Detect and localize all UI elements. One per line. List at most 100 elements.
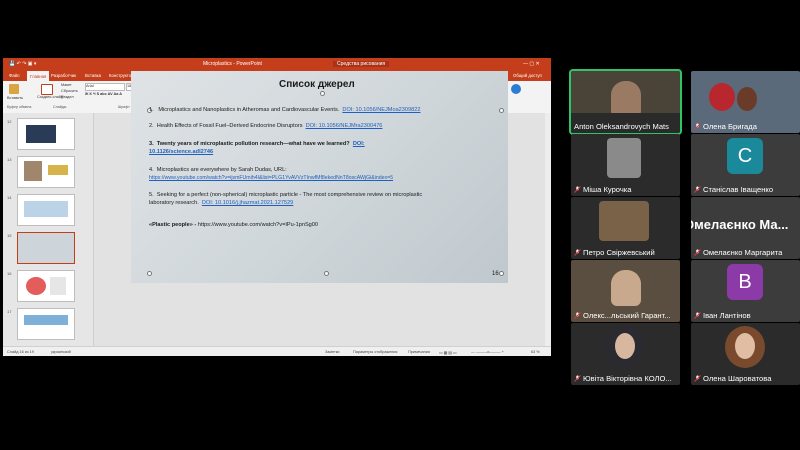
participant-tile[interactable]: Олекс...льський Гарант... <box>571 260 680 322</box>
muted-mic-icon <box>694 312 701 319</box>
participant-name-row: Олена Шароватова <box>694 374 771 383</box>
participant-name-row: Станіслав Іващенко <box>694 185 773 194</box>
slide-thumbnails-pane: 12 13 14 15 16 17 <box>3 113 94 346</box>
reset-button[interactable]: Сбросить <box>61 89 78 93</box>
item-text: Microplastics and Nanoplastics in Athero… <box>158 107 340 113</box>
muted-mic-icon <box>574 375 581 382</box>
new-slide-button[interactable]: Создать слайд <box>37 95 63 99</box>
reference-item-4: 4. Microplastics are everywhere by Sarah… <box>149 167 287 173</box>
participant-tile[interactable]: Петро Свіржевський <box>571 197 680 259</box>
doi-link[interactable]: DOI: 10.1016/j.jhazmat.2021.127529 <box>202 200 293 206</box>
item-text: Twenty years of microplastic pollution r… <box>156 141 350 147</box>
participant-tile[interactable]: Олена Бригада <box>691 71 800 133</box>
doi-link[interactable]: 10.1126/science.adl2746 <box>149 149 213 155</box>
language-indicator[interactable]: украинский <box>51 350 71 354</box>
slide-thumbnail[interactable] <box>17 270 75 302</box>
selection-handle[interactable] <box>147 271 152 276</box>
slide-thumbnail[interactable] <box>17 194 75 226</box>
slide-thumbnail[interactable] <box>17 308 75 340</box>
participant-video <box>611 270 641 306</box>
participant-video <box>611 81 641 117</box>
participant-tile[interactable]: Олена Шароватова <box>691 323 800 385</box>
item-text: Health Effects of Fossil Fuel–Derived En… <box>156 123 303 129</box>
selection-handle[interactable] <box>499 271 504 276</box>
participant-video <box>599 201 649 241</box>
layout-button[interactable]: Макет <box>61 83 72 87</box>
doi-link[interactable]: DOI: 10.1056/NEJMra2300476 <box>306 123 383 129</box>
reference-item-5: 5. Seeking for a perfect (non-spherical)… <box>149 192 422 198</box>
current-slide[interactable]: Список джерел 1. Microplastics and Nanop… <box>131 71 508 283</box>
zoom-slider[interactable]: — ———o——— + <box>471 350 504 354</box>
item-number: 1. <box>149 107 154 113</box>
group-font: Шрифт <box>118 105 130 109</box>
doi-link[interactable]: DOI: <box>353 141 365 147</box>
participant-name-row: Олена Бригада <box>694 122 757 131</box>
participant-name: Іван Лантінов <box>703 311 751 320</box>
tab-design[interactable]: Конструктор <box>109 73 134 78</box>
accessibility-icon[interactable] <box>511 84 521 94</box>
selection-handle[interactable] <box>499 108 504 113</box>
slide-number: 14 <box>7 195 12 200</box>
tab-developer[interactable]: Разработчик <box>51 73 76 78</box>
slide-counter: Слайд 16 из 19 <box>7 350 34 354</box>
slide-thumbnail[interactable] <box>17 156 75 188</box>
participant-tile[interactable]: С Станіслав Іващенко <box>691 134 800 196</box>
tab-file[interactable]: Файл <box>9 73 20 78</box>
window-controls[interactable]: — ▢ ✕ <box>523 61 540 67</box>
quick-access-icons[interactable]: 💾 ↶ ↷ ▣ ▾ <box>9 61 36 67</box>
participant-name-row: Олекс...льський Гарант... <box>574 311 671 320</box>
participant-tile[interactable]: В Іван Лантінов <box>691 260 800 322</box>
reference-item-3: 3. Twenty years of microplastic pollutio… <box>149 141 365 147</box>
participant-tile[interactable]: Ювіта Вікторівна КОЛО... <box>571 323 680 385</box>
contextual-tab: Средства рисования <box>333 61 390 67</box>
participant-tile[interactable]: Омелаєнко Ма... Омелаєнко Маргарита <box>691 197 800 259</box>
participant-video <box>607 138 641 178</box>
participant-name: Anton Oleksandrovych Mats <box>574 122 669 131</box>
muted-mic-icon <box>574 186 581 193</box>
section-button[interactable]: Раздел <box>61 95 74 99</box>
paste-button[interactable]: Вставить <box>7 96 23 100</box>
share-button[interactable]: Общий доступ <box>513 73 542 78</box>
participant-name: Олена Бригада <box>703 122 757 131</box>
muted-mic-icon <box>694 123 701 130</box>
participant-tile[interactable]: Міша Курочка <box>571 134 680 196</box>
participant-name: Олекс...льський Гарант... <box>583 311 671 320</box>
comments-button[interactable]: Примечания <box>408 350 430 354</box>
participant-name-row: Ювіта Вікторівна КОЛО... <box>574 374 672 383</box>
participant-avatar: С <box>727 138 763 174</box>
video-link[interactable]: https://www.youtube.com/watch?v=IPu-1pnS… <box>198 222 318 228</box>
selection-handle[interactable] <box>324 271 329 276</box>
participant-large-name: Омелаєнко Ма... <box>691 217 789 232</box>
font-format-buttons[interactable]: Ж К Ч S abc AV Aa A <box>85 92 122 96</box>
paste-icon[interactable] <box>9 84 19 94</box>
new-slide-icon[interactable] <box>41 84 53 95</box>
doi-link[interactable]: DOI: 10.1056/NEJMoa2309822 <box>342 107 420 113</box>
reference-item-4-url: https://www.youtube.com/watch?v=ijsmFUmi… <box>149 175 393 181</box>
vertical-scrollbar[interactable] <box>545 113 551 346</box>
youtube-link[interactable]: https://www.youtube.com/watch?v=ijsmFUmi… <box>149 175 393 181</box>
participant-tile[interactable]: Anton Oleksandrovych Mats <box>569 69 682 135</box>
selection-handle[interactable] <box>320 91 325 96</box>
item-text: Seeking for a perfect (non-spherical) mi… <box>156 192 423 198</box>
slide-thumbnail[interactable] <box>17 118 75 150</box>
slide-number: 16 <box>7 271 12 276</box>
display-settings-button[interactable]: Параметры отображения <box>353 350 397 354</box>
zoom-level[interactable]: 63 % <box>531 350 540 354</box>
slide-thumbnail-selected[interactable] <box>17 232 75 264</box>
participant-name: Міша Курочка <box>583 185 632 194</box>
reference-item-5-cont: laboratory research. DOI: 10.1016/j.jhaz… <box>149 200 293 206</box>
item-number: 2. <box>149 123 154 129</box>
title-bar: 💾 ↶ ↷ ▣ ▾ Microplastics - PowerPoint Сре… <box>3 58 551 71</box>
font-name-select[interactable]: Arial <box>85 83 125 91</box>
notes-button[interactable]: Заметки <box>325 350 340 354</box>
muted-mic-icon <box>574 249 581 256</box>
slide-number: 13 <box>7 157 12 162</box>
item-number: 3. <box>149 141 154 147</box>
view-buttons[interactable]: ▭ ▦ ▤ ▭ <box>439 350 457 355</box>
slide-number: 12 <box>7 119 12 124</box>
participant-name: Омелаєнко Маргарита <box>703 248 783 257</box>
slide-page-number: 16 <box>492 271 499 277</box>
muted-mic-icon <box>694 249 701 256</box>
muted-mic-icon <box>694 375 701 382</box>
tab-insert[interactable]: Вставка <box>85 73 101 78</box>
